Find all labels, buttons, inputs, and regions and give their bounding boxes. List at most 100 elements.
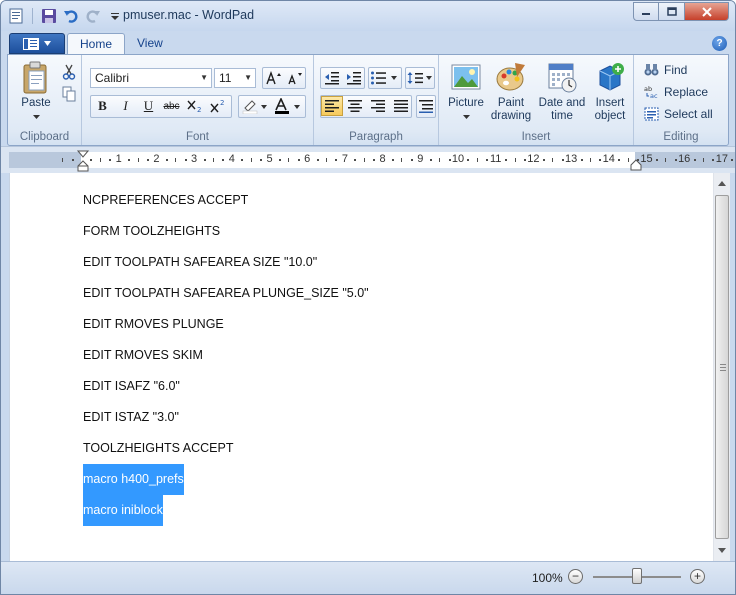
ruler-tick: [712, 159, 715, 161]
font-color-button[interactable]: [272, 96, 304, 116]
picture-button[interactable]: Picture: [445, 61, 487, 123]
ruler-tick: [392, 159, 395, 161]
app-icon[interactable]: [7, 7, 25, 25]
paint-drawing-button[interactable]: Paint drawing: [488, 61, 534, 123]
scroll-up-button[interactable]: [714, 175, 730, 192]
window-title: pmuser.mac - WordPad: [123, 8, 255, 22]
replace-label: Replace: [664, 85, 709, 99]
svg-text:2: 2: [220, 99, 224, 107]
select-all-button[interactable]: Select all: [644, 107, 713, 121]
text-line[interactable]: EDIT TOOLPATH SAFEAREA SIZE "10.0": [83, 247, 317, 278]
ruler-tick: [467, 159, 470, 161]
ruler-tick: [448, 159, 451, 161]
font-label: Font: [185, 131, 209, 143]
text-line[interactable]: FORM TOOLZHEIGHTS: [83, 216, 220, 247]
save-icon[interactable]: [40, 7, 58, 25]
italic-button[interactable]: I: [115, 96, 136, 116]
grow-font-button[interactable]: [263, 68, 284, 88]
document-area[interactable]: NCPREFERENCES ACCEPT FORM TOOLZHEIGHTS EDI…: [9, 173, 713, 561]
ruler-tick: [184, 159, 187, 161]
increase-indent-button[interactable]: [343, 68, 364, 88]
font-family-value: Calibri: [95, 71, 130, 85]
superscript-button[interactable]: 2: [207, 96, 228, 116]
ruler-number: 15: [640, 153, 653, 165]
object-label-line2: object: [594, 110, 626, 122]
zoom-out-button[interactable]: −: [568, 569, 583, 584]
selected-text-line[interactable]: macro iniblock: [83, 495, 163, 526]
text-line[interactable]: EDIT ISAFZ "6.0": [83, 371, 180, 402]
ruler-tick: [212, 158, 214, 162]
picture-label: Picture: [448, 97, 484, 109]
minimize-button[interactable]: [633, 2, 659, 21]
ruler-number: 11: [489, 153, 502, 165]
align-center-button[interactable]: [344, 96, 365, 116]
selected-text-line[interactable]: macro h400_prefs: [83, 464, 184, 495]
paint-label-line2: drawing: [490, 110, 532, 122]
insert-object-button[interactable]: Insert object: [590, 61, 630, 123]
text-line[interactable]: EDIT TOOLPATH SAFEAREA PLUNGE_SIZE "5.0": [83, 278, 369, 309]
redo-icon[interactable]: [84, 7, 102, 25]
ruler-tick: [627, 158, 629, 162]
text-line[interactable]: NCPREFERENCES ACCEPT: [83, 185, 248, 216]
insert-object-icon: [594, 61, 626, 93]
shrink-font-button[interactable]: [284, 68, 305, 88]
zoom-slider-thumb[interactable]: [632, 568, 642, 584]
paste-dropdown-icon[interactable]: [32, 115, 40, 119]
first-line-indent-marker[interactable]: [77, 150, 89, 172]
scroll-down-button[interactable]: [714, 542, 730, 559]
ruler-tick: [128, 159, 131, 161]
underline-button[interactable]: U: [138, 96, 159, 116]
decrease-indent-button[interactable]: [321, 68, 342, 88]
ribbon-tabs: Home View ?: [1, 31, 735, 55]
vertical-scrollbar[interactable]: [713, 173, 730, 561]
ruler-number: 9: [417, 153, 424, 165]
zoom-in-button[interactable]: +: [690, 569, 705, 584]
font-family-select[interactable]: Calibri ▼: [90, 68, 212, 88]
strikethrough-button[interactable]: abc: [161, 96, 182, 116]
paste-button[interactable]: Paste: [16, 61, 56, 123]
undo-icon[interactable]: [62, 7, 80, 25]
ruler-tick: [354, 159, 357, 161]
ruler-tick: [674, 159, 677, 161]
maximize-button[interactable]: [659, 2, 685, 21]
date-time-button[interactable]: Date and time: [536, 61, 588, 123]
ribbon: Paste Clipboard Calibri ▼ 11 ▼ B I U abc…: [7, 54, 729, 146]
bullets-button[interactable]: [369, 68, 401, 88]
right-indent-marker[interactable]: [630, 159, 642, 171]
align-right-button[interactable]: [367, 96, 388, 116]
bold-button[interactable]: B: [92, 96, 113, 116]
text-line[interactable]: EDIT ISTAZ "3.0": [83, 402, 179, 433]
replace-icon: abac: [644, 85, 658, 99]
ruler[interactable]: 1 2 3 4 5 6 7 8 9 10 11 12 13 14 15 16 17: [1, 146, 735, 173]
ruler-number: 14: [602, 153, 615, 165]
ruler-number: 6: [304, 153, 311, 165]
justify-button[interactable]: [390, 96, 411, 116]
ruler-tick: [99, 158, 101, 162]
paragraph-settings-icon[interactable]: [415, 96, 436, 116]
subscript-button[interactable]: 2: [184, 96, 205, 116]
ruler-tick: [703, 158, 705, 162]
customize-dropdown-icon[interactable]: [106, 7, 124, 25]
replace-button[interactable]: ab ac Replace: [644, 85, 708, 99]
picture-dropdown-icon[interactable]: [462, 115, 470, 119]
tab-home[interactable]: Home: [67, 33, 126, 55]
text-line[interactable]: TOOLZHEIGHTS ACCEPT: [83, 433, 234, 464]
text-line[interactable]: EDIT RMOVES SKIM: [83, 340, 203, 371]
copy-icon[interactable]: [58, 84, 79, 104]
paint-label-line1: Paint: [497, 97, 525, 109]
font-size-select[interactable]: 11 ▼: [214, 68, 256, 88]
highlight-button[interactable]: [240, 96, 270, 116]
ruler-tick: [278, 159, 281, 161]
cut-icon[interactable]: [58, 62, 79, 82]
text-line[interactable]: EDIT RMOVES PLUNGE: [83, 309, 224, 340]
svg-text:2: 2: [197, 106, 201, 113]
close-button[interactable]: [685, 2, 729, 21]
tab-view[interactable]: View: [125, 33, 175, 55]
ruler-tick: [561, 159, 564, 161]
scroll-thumb[interactable]: [715, 195, 729, 539]
help-icon[interactable]: ?: [712, 36, 727, 51]
align-left-button[interactable]: [321, 96, 343, 116]
find-button[interactable]: Find: [644, 63, 687, 77]
line-spacing-button[interactable]: [406, 68, 434, 88]
app-menu-button[interactable]: [9, 33, 65, 54]
